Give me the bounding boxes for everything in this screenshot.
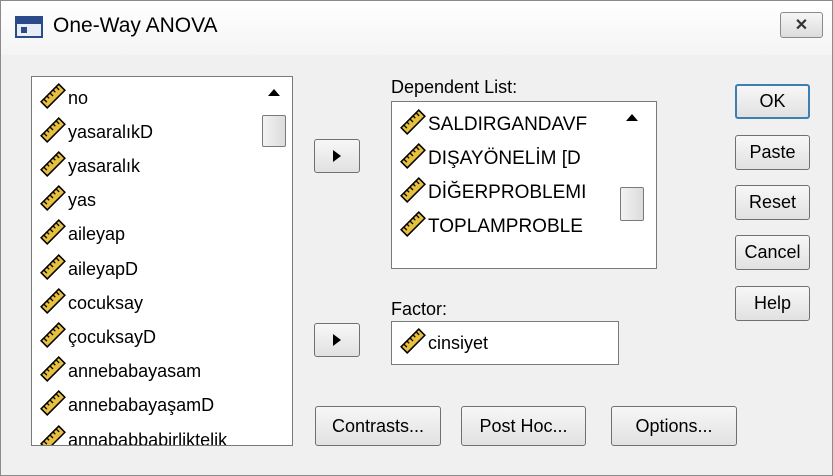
scroll-thumb[interactable]	[620, 187, 644, 221]
list-item-label: DİĞERPROBLEMI	[428, 182, 587, 203]
list-item-label: yasaralıkD	[68, 121, 154, 142]
dependent-list[interactable]: SALDIRGANDAVF DIŞAYÖNELİM [D DİĞERPROBLEMI…	[391, 101, 657, 269]
scroll-up-icon[interactable]	[268, 89, 280, 96]
ruler-icon	[40, 150, 66, 182]
dependent-list-scrollbar[interactable]	[618, 102, 648, 268]
ruler-icon	[40, 253, 66, 285]
ruler-icon	[400, 327, 426, 359]
ruler-icon	[40, 82, 66, 114]
reset-button[interactable]: Reset	[735, 185, 810, 220]
list-item[interactable]: aileyap	[40, 219, 126, 250]
list-item-label: cocuksay	[68, 292, 144, 313]
factor-field[interactable]: cinsiyet	[391, 321, 619, 365]
cancel-button[interactable]: Cancel	[735, 235, 810, 270]
list-item-label: annebabayasam	[68, 361, 202, 382]
list-item[interactable]: aileyapD	[40, 253, 139, 285]
scroll-thumb[interactable]	[262, 115, 286, 147]
list-item[interactable]: SALDIRGANDAVF	[400, 109, 588, 141]
window-title: One-Way ANOVA	[53, 14, 218, 37]
list-item[interactable]: annababbabirliktelik	[40, 424, 228, 446]
source-variable-list[interactable]: no yasaralıkD yasaralık yas aileyap aileyapD c…	[31, 76, 293, 446]
list-item[interactable]: yasaralıkD	[40, 116, 154, 148]
ok-button[interactable]: OK	[735, 84, 810, 119]
factor-value: cinsiyet	[428, 332, 489, 353]
ruler-icon	[400, 177, 426, 209]
list-item[interactable]: annebabayasam	[40, 356, 202, 387]
list-item[interactable]: no	[40, 82, 89, 114]
list-item-label: no	[68, 87, 89, 108]
list-item[interactable]: annebabayaşamD	[40, 390, 215, 421]
list-item-label: annebabayaşamD	[68, 395, 215, 416]
list-item-label: TOPLAMPROBLE	[428, 216, 583, 237]
list-item-label: aileyapD	[68, 258, 139, 279]
list-item[interactable]: DİĞERPROBLEMI	[400, 177, 587, 209]
move-to-factor-button[interactable]	[314, 323, 360, 357]
ruler-icon	[40, 356, 66, 387]
close-button[interactable]: ✕	[780, 12, 823, 38]
ruler-icon	[40, 219, 66, 250]
list-item-label: çocuksayD	[68, 326, 157, 347]
list-item[interactable]: DIŞAYÖNELİM [D	[400, 143, 581, 175]
source-list-scrollbar[interactable]	[260, 77, 290, 445]
list-item[interactable]: yas	[40, 185, 97, 216]
ruler-icon	[40, 424, 66, 445]
list-item[interactable]: çocuksayD	[40, 321, 157, 353]
move-to-dependent-button[interactable]	[314, 139, 360, 173]
arrow-right-icon	[333, 334, 341, 346]
list-item-label: yas	[68, 190, 97, 211]
ruler-icon	[40, 116, 66, 148]
ruler-icon	[40, 185, 66, 216]
list-item-label: aileyap	[68, 224, 126, 245]
title-bar: One-Way ANOVA ✕	[1, 1, 832, 55]
factor-item: cinsiyet	[400, 327, 489, 359]
ruler-icon	[400, 143, 426, 175]
list-item[interactable]: yasaralık	[40, 150, 141, 182]
ruler-icon	[40, 321, 66, 353]
post-hoc-button[interactable]: Post Hoc...	[461, 406, 586, 446]
contrasts-button[interactable]: Contrasts...	[315, 406, 441, 446]
list-item-label: DIŞAYÖNELİM [D	[428, 148, 581, 169]
list-item[interactable]: TOPLAMPROBLE	[400, 211, 583, 243]
ruler-icon	[40, 287, 66, 319]
ruler-icon	[400, 211, 426, 243]
help-button[interactable]: Help	[735, 286, 810, 321]
list-item-label: yasaralık	[68, 155, 141, 176]
options-button[interactable]: Options...	[611, 406, 737, 446]
spss-dialog-icon	[15, 16, 43, 38]
paste-button[interactable]: Paste	[735, 135, 810, 170]
factor-label: Factor:	[391, 299, 448, 319]
list-item-label: SALDIRGANDAVF	[428, 114, 588, 135]
list-item-label: annababbabirliktelik	[68, 429, 228, 446]
dependent-list-label: Dependent List:	[391, 77, 518, 97]
one-way-anova-dialog: One-Way ANOVA ✕ no yasaralıkD yasaralık yas…	[0, 0, 833, 476]
ruler-icon	[40, 390, 66, 421]
list-item[interactable]: cocuksay	[40, 287, 144, 319]
ruler-icon	[400, 109, 426, 141]
arrow-right-icon	[333, 150, 341, 162]
scroll-up-icon[interactable]	[626, 114, 638, 121]
